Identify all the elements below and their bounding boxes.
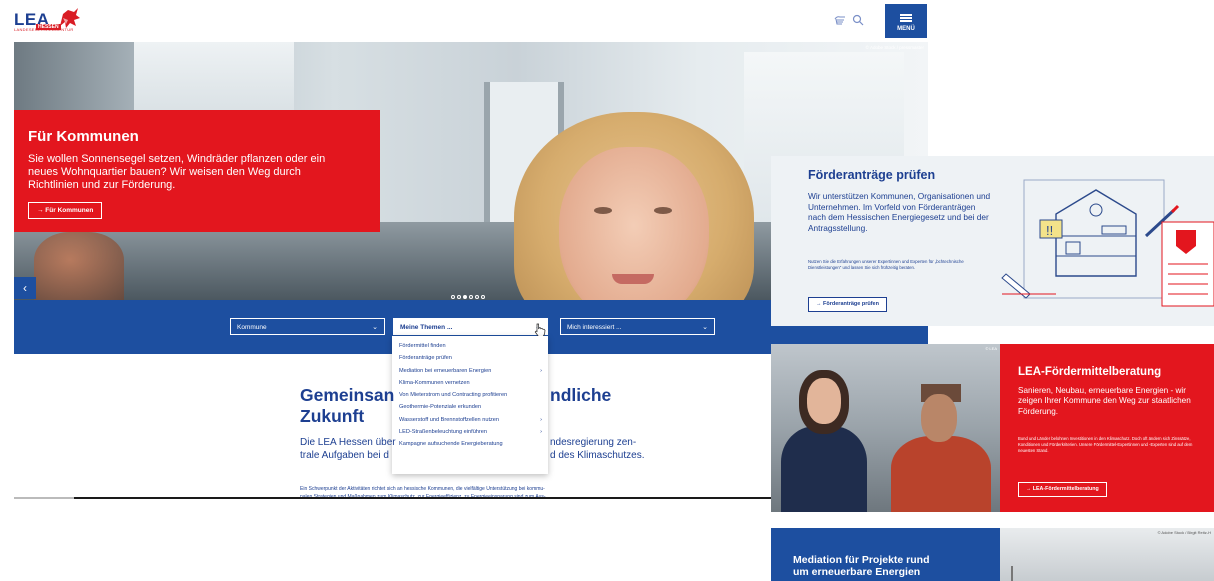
lead-fragment: ndesregierung zen- (550, 437, 637, 448)
promo-button[interactable]: → Für Kommunen (28, 202, 103, 219)
dropdown-item-label: Förderanträge prüfen (399, 355, 452, 362)
card-title: Mediation für Projekte rund um erneuerba… (793, 554, 930, 578)
dropdown-item-label: Geothermie-Potenziale erkunden (399, 404, 482, 411)
lea-logo[interactable]: LEA HESSEN LANDESENERGIEAGENTUR (14, 6, 84, 36)
slider-dot[interactable] (475, 295, 479, 299)
foerdermittelberatung-button[interactable]: → LEA-Fördermittelberatung (1018, 482, 1107, 497)
hero-photo-smile (612, 274, 654, 284)
dropdown-item[interactable]: Kampagne aufsuchende Energieberatung (392, 438, 548, 450)
headline-part: Gemeinsan (300, 385, 395, 405)
building-plan-illustration: !! (1001, 179, 1214, 307)
photo-person (891, 436, 991, 512)
card-fine-print: Nutzen Sie die Erfahrungen unserer Exper… (808, 259, 964, 270)
slider-dots[interactable] (451, 286, 487, 299)
mediation-card-panel: Mediation für Projekte rund um erneuerba… (771, 528, 1000, 581)
card-title: Förderanträge prüfen (808, 168, 936, 182)
hero-photo-eye (594, 207, 612, 214)
audience-select-value: Kommune (237, 324, 267, 331)
chevron-down-icon: ⌄ (702, 324, 708, 331)
lead-fragment: Die LEA Hessen über (300, 437, 396, 448)
dropdown-item[interactable]: Wasserstoff und Brennstoffzellen nutzen › (392, 414, 548, 426)
mediation-photo (1000, 528, 1214, 581)
hamburger-icon (900, 14, 912, 22)
dropdown-item[interactable]: Förderanträge prüfen (392, 352, 548, 364)
dropdown-item-label: Von Mieterstrom und Contracting profitie… (399, 392, 508, 399)
chevron-right-icon: › (540, 367, 542, 374)
svg-text:!!: !! (1046, 223, 1053, 238)
hero-photo-background-person (34, 232, 124, 300)
headline-part: Zukunft (300, 406, 365, 426)
slider-dot[interactable] (451, 295, 455, 299)
hand-cursor-icon (534, 323, 546, 337)
menu-button[interactable]: MENÜ (885, 4, 927, 38)
card-text: Wir unterstützen Kommunen, Organisatione… (808, 191, 991, 233)
chevron-down-icon: ⌄ (372, 324, 378, 331)
promo-text: Sie wollen Sonnensegel setzen, Windräder… (28, 153, 326, 191)
topics-select-value: Meine Themen ... (400, 324, 453, 331)
photo-person-face (921, 394, 957, 442)
body-text: Ein Schwerpunkt der Aktivitäten richtet … (300, 486, 545, 492)
chevron-right-icon: › (540, 416, 542, 423)
photo-credit: © LEA (985, 346, 997, 351)
topics-dropdown: Fördermittel finden Förderanträge prüfen M… (392, 336, 548, 474)
dropdown-item[interactable]: Geothermie-Potenziale erkunden (392, 401, 548, 413)
dropdown-item-label: Mediation bei erneuerbaren Energien (399, 367, 492, 374)
lead-fragment: d des Klimaschutzes. (550, 450, 645, 461)
mediation-card: Mediation für Projekte rund um erneuerba… (771, 528, 1214, 581)
card-title-line: Mediation für Projekte rund (793, 554, 930, 566)
card-fine-print: Bund und Länder belohnen Investitionen i… (1018, 436, 1193, 453)
slider-dot[interactable] (481, 295, 485, 299)
photo-person (781, 426, 867, 512)
site-header: LEA HESSEN LANDESENERGIEAGENTUR MENÜ (0, 0, 928, 42)
dropdown-item-label: Wasserstoff und Brennstoffzellen nutzen (399, 416, 500, 423)
foerderantraege-card: Förderanträge prüfen Wir unterstützen Ko… (771, 156, 1214, 326)
promo-title: Für Kommunen (28, 128, 139, 145)
headline-part: ndliche (550, 385, 612, 405)
card-title-line: um erneuerbare Energien (793, 566, 921, 578)
hero-credit: © Adobe Stock / pressmaster (865, 45, 924, 50)
dropdown-item-label: LED-Straßenbeleuchtung einführen (399, 429, 488, 436)
sign-language-icon[interactable] (834, 14, 846, 26)
dropdown-item[interactable]: LED-Straßenbeleuchtung einführen › (392, 426, 548, 438)
slider-dot[interactable] (469, 295, 473, 299)
scroll-indicator[interactable] (14, 497, 74, 499)
consultants-photo: © LEA (771, 344, 1000, 512)
dropdown-item[interactable]: Fördermittel finden (392, 340, 548, 352)
dropdown-item[interactable]: Klima-Kommunen vernetzen (392, 377, 548, 389)
slider-prev-button[interactable]: ‹ (14, 277, 36, 299)
lead-fragment: trale Aufgaben bei d (300, 450, 389, 461)
foerdermittelberatung-card: © LEA LEA-Fördermittelberatung Sanieren,… (771, 344, 1214, 512)
search-icon[interactable] (852, 14, 864, 26)
photo-person-face (807, 378, 841, 424)
photo-wind-turbine (1011, 566, 1013, 581)
dropdown-item[interactable]: Mediation bei erneuerbaren Energien › (392, 365, 548, 377)
promo-box: Für Kommunen Sie wollen Sonnensegel setz… (14, 110, 380, 232)
photo-credit: © Adobe Stock / Birgit Reitz-H (1157, 530, 1211, 535)
audience-select[interactable]: Kommune ⌄ (230, 318, 385, 335)
foerderantraege-button[interactable]: → Förderanträge prüfen (808, 297, 887, 312)
hero-photo-eye (654, 207, 672, 214)
slider-dot[interactable] (463, 295, 467, 299)
card-text: Sanieren, Neubau, erneuerbare Energien -… (1018, 386, 1191, 416)
dropdown-item-label: Fördermittel finden (399, 343, 446, 349)
dropdown-item-label: Kampagne aufsuchende Energieberatung (399, 441, 503, 448)
card-title: LEA-Fördermittelberatung (1018, 366, 1162, 378)
logo-tagline: LANDESENERGIEAGENTUR (14, 27, 74, 32)
menu-label: MENÜ (897, 26, 915, 32)
dropdown-item[interactable]: Von Mieterstrom und Contracting profitie… (392, 389, 548, 401)
interest-select[interactable]: Mich interessiert ... ⌄ (560, 318, 715, 335)
topics-select[interactable]: Meine Themen ... ⌄ (393, 318, 548, 335)
dropdown-item-label: Klima-Kommunen vernetzen (399, 379, 470, 386)
chevron-right-icon: › (540, 429, 542, 436)
slider-dot[interactable] (457, 295, 461, 299)
scroll-divider (14, 497, 779, 499)
interest-select-value: Mich interessiert ... (567, 324, 622, 331)
